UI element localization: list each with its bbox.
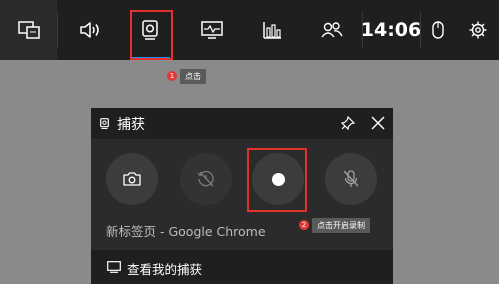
record-last-button[interactable] — [180, 153, 232, 205]
toolbar-divider — [420, 12, 421, 48]
audio-icon — [80, 22, 99, 38]
capture-widget: 捕获 新标签页 - Google Chrome 查看我的捕获 — [91, 108, 393, 284]
captured-window-name: 新标签页 - Google Chrome — [106, 224, 266, 239]
record-highlight-box — [247, 148, 307, 212]
capture-widget-title: 捕获 — [117, 117, 145, 133]
mic-off-icon — [343, 170, 359, 187]
widget-menu-button[interactable] — [0, 0, 57, 60]
game-bar-toolbar: 14:06 — [0, 0, 499, 60]
social-icon — [321, 22, 343, 38]
resources-icon — [263, 22, 281, 39]
widget-menu-icon — [17, 21, 40, 39]
view-captures-label: 查看我的捕获 — [127, 262, 203, 277]
screenshot-button[interactable] — [106, 153, 158, 205]
callout-1-tooltip: 点击 — [180, 69, 206, 84]
audio-button[interactable] — [68, 0, 112, 60]
camera-icon — [123, 172, 141, 186]
callout-1-badge: 1 — [167, 71, 177, 81]
toolbar-divider — [57, 12, 58, 48]
callout-2-badge: 2 — [299, 220, 309, 230]
settings-icon — [469, 21, 487, 39]
performance-icon — [201, 21, 223, 39]
mouse-button[interactable] — [425, 0, 451, 60]
callout-2-tooltip: 点击开启录制 — [312, 218, 370, 233]
capture-highlight-box — [130, 10, 173, 60]
performance-button[interactable] — [190, 0, 234, 60]
social-button[interactable] — [310, 0, 354, 60]
gallery-icon — [107, 261, 121, 273]
mouse-icon — [432, 21, 444, 39]
view-captures-link[interactable]: 查看我的捕获 — [91, 250, 393, 284]
pin-icon[interactable] — [341, 116, 355, 130]
capture-widget-header: 捕获 — [91, 108, 393, 139]
record-last-icon — [197, 171, 214, 187]
clock-time: 14:06 — [360, 19, 422, 41]
close-icon[interactable] — [371, 116, 385, 130]
capture-icon — [100, 118, 109, 129]
microphone-toggle-button[interactable] — [325, 153, 377, 205]
resources-button[interactable] — [250, 0, 294, 60]
settings-button[interactable] — [465, 0, 491, 60]
